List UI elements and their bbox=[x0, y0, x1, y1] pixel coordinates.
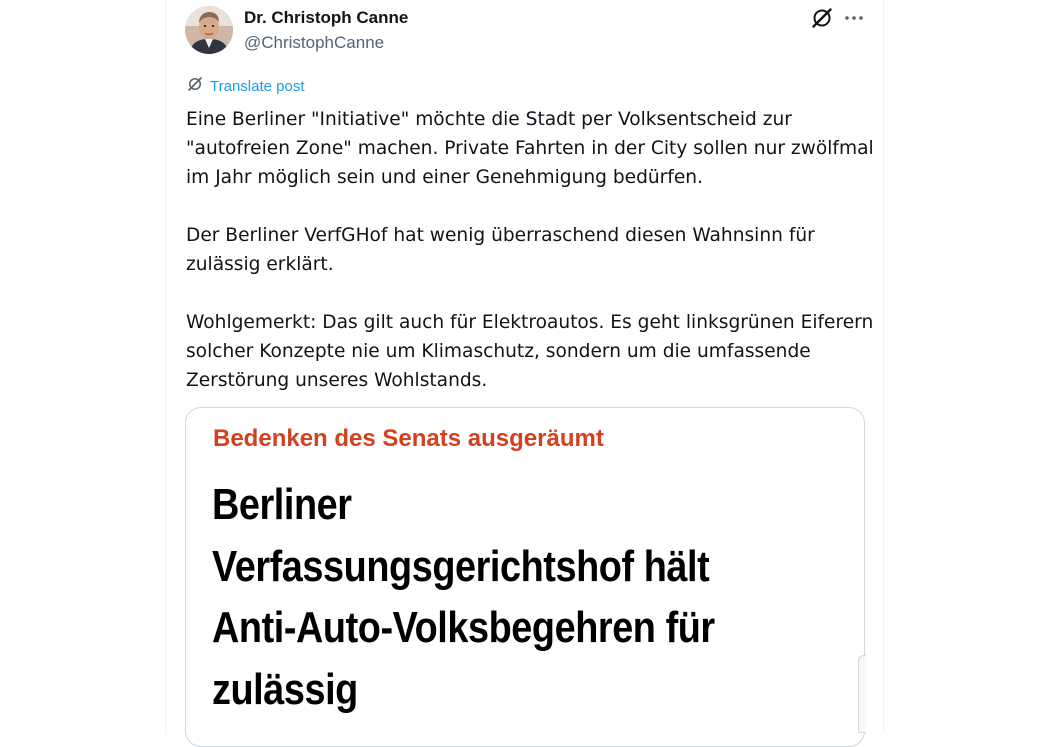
article-headline: Berliner Verfassungsgerichtshof hält Ant… bbox=[212, 480, 715, 714]
grok-icon[interactable] bbox=[810, 6, 834, 30]
translate-label[interactable]: Translate post bbox=[210, 78, 305, 95]
post-column: Dr. Christoph Canne @ChristophCanne Tran… bbox=[165, 0, 884, 747]
author-handle[interactable]: @ChristophCanne bbox=[244, 33, 384, 53]
translate-icon bbox=[186, 75, 204, 98]
article-kicker: Bedenken des Senats ausgeräumt bbox=[213, 425, 604, 452]
more-icon[interactable] bbox=[842, 6, 866, 30]
avatar[interactable] bbox=[185, 6, 233, 54]
post-paragraph: Wohlgemerkt: Das gilt auch für Elektroau… bbox=[186, 312, 874, 391]
attached-image[interactable]: Bedenken des Senats ausgeräumt Berliner … bbox=[185, 407, 865, 747]
post-paragraph: Eine Berliner "Initiative" möchte die St… bbox=[186, 109, 874, 188]
post-paragraph: Der Berliner VerfGHof hat wenig überrasc… bbox=[186, 225, 815, 275]
author-name[interactable]: Dr. Christoph Canne bbox=[244, 8, 408, 28]
next-media-edge[interactable] bbox=[858, 655, 866, 733]
avatar-image bbox=[185, 6, 233, 54]
post-text: Eine Berliner "Initiative" möchte die St… bbox=[186, 105, 876, 395]
translate-post-link[interactable]: Translate post bbox=[186, 76, 305, 96]
